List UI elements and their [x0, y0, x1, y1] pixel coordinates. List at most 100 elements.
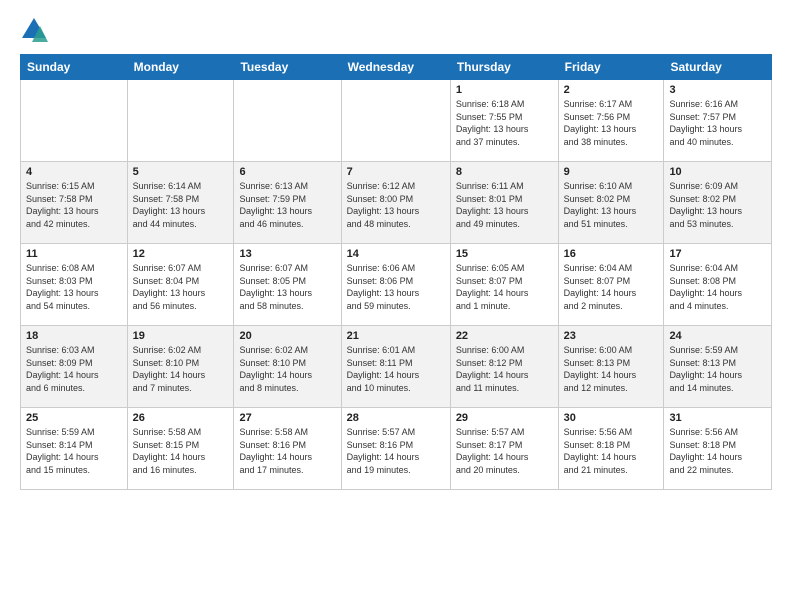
weekday-header-row: SundayMondayTuesdayWednesdayThursdayFrid…	[21, 55, 772, 80]
calendar-cell: 4 Sunrise: 6:15 AM Sunset: 7:58 PM Daylig…	[21, 162, 128, 244]
day-number: 8	[456, 166, 553, 178]
calendar-cell: 9Sunrise: 6:10 AM Sunset: 8:02 PM Daylig…	[558, 162, 664, 244]
day-number: 30	[564, 412, 659, 424]
page: SundayMondayTuesdayWednesdayThursdayFrid…	[0, 0, 792, 612]
day-info: Sunrise: 6:17 AM Sunset: 7:56 PM Dayligh…	[564, 98, 659, 148]
day-info: Sunrise: 6:01 AM Sunset: 8:11 PM Dayligh…	[347, 344, 445, 394]
day-number: 2	[564, 84, 659, 96]
day-number: 29	[456, 412, 553, 424]
day-info: Sunrise: 6:18 AM Sunset: 7:55 PM Dayligh…	[456, 98, 553, 148]
calendar-cell: 8 Sunrise: 6:11 AM Sunset: 8:01 PM Daylig…	[450, 162, 558, 244]
weekday-header-monday: Monday	[127, 55, 234, 80]
calendar-cell: 27Sunrise: 5:58 AM Sunset: 8:16 PM Dayli…	[234, 408, 341, 490]
calendar-table: SundayMondayTuesdayWednesdayThursdayFrid…	[20, 54, 772, 490]
calendar-row-2: 11Sunrise: 6:08 AM Sunset: 8:03 PM Dayli…	[21, 244, 772, 326]
day-number: 1	[456, 84, 553, 96]
weekday-header-tuesday: Tuesday	[234, 55, 341, 80]
calendar-cell: 15Sunrise: 6:05 AM Sunset: 8:07 PM Dayli…	[450, 244, 558, 326]
calendar-cell: 10Sunrise: 6:09 AM Sunset: 8:02 PM Dayli…	[664, 162, 772, 244]
day-info: Sunrise: 5:58 AM Sunset: 8:16 PM Dayligh…	[239, 426, 335, 476]
calendar-cell: 31 Sunrise: 5:56 AM Sunset: 8:18 PM Dayli…	[664, 408, 772, 490]
day-number: 16	[564, 248, 659, 260]
day-number: 26	[133, 412, 229, 424]
calendar-cell: 12 Sunrise: 6:07 AM Sunset: 8:04 PM Dayli…	[127, 244, 234, 326]
calendar-row-1: 4 Sunrise: 6:15 AM Sunset: 7:58 PM Daylig…	[21, 162, 772, 244]
day-number: 31	[669, 412, 766, 424]
day-info: Sunrise: 6:11 AM Sunset: 8:01 PM Dayligh…	[456, 180, 553, 230]
day-number: 23	[564, 330, 659, 342]
weekday-header-wednesday: Wednesday	[341, 55, 450, 80]
calendar-cell: 19Sunrise: 6:02 AM Sunset: 8:10 PM Dayli…	[127, 326, 234, 408]
day-info: Sunrise: 6:05 AM Sunset: 8:07 PM Dayligh…	[456, 262, 553, 312]
calendar-cell: 6 Sunrise: 6:13 AM Sunset: 7:59 PM Daylig…	[234, 162, 341, 244]
calendar-cell: 1 Sunrise: 6:18 AM Sunset: 7:55 PM Daylig…	[450, 80, 558, 162]
day-info: Sunrise: 6:08 AM Sunset: 8:03 PM Dayligh…	[26, 262, 122, 312]
calendar-cell: 29 Sunrise: 5:57 AM Sunset: 8:17 PM Dayli…	[450, 408, 558, 490]
day-info: Sunrise: 6:16 AM Sunset: 7:57 PM Dayligh…	[669, 98, 766, 148]
calendar-cell: 16 Sunrise: 6:04 AM Sunset: 8:07 PM Dayli…	[558, 244, 664, 326]
weekday-header-friday: Friday	[558, 55, 664, 80]
day-number: 7	[347, 166, 445, 178]
day-info: Sunrise: 6:13 AM Sunset: 7:59 PM Dayligh…	[239, 180, 335, 230]
calendar-cell: 23 Sunrise: 6:00 AM Sunset: 8:13 PM Dayli…	[558, 326, 664, 408]
calendar-row-0: 1 Sunrise: 6:18 AM Sunset: 7:55 PM Daylig…	[21, 80, 772, 162]
calendar-cell	[234, 80, 341, 162]
calendar-cell: 24 Sunrise: 5:59 AM Sunset: 8:13 PM Dayli…	[664, 326, 772, 408]
calendar-cell: 11Sunrise: 6:08 AM Sunset: 8:03 PM Dayli…	[21, 244, 128, 326]
calendar-cell: 7Sunrise: 6:12 AM Sunset: 8:00 PM Daylig…	[341, 162, 450, 244]
day-number: 9	[564, 166, 659, 178]
day-number: 25	[26, 412, 122, 424]
calendar-cell: 13 Sunrise: 6:07 AM Sunset: 8:05 PM Dayli…	[234, 244, 341, 326]
day-number: 17	[669, 248, 766, 260]
day-info: Sunrise: 6:02 AM Sunset: 8:10 PM Dayligh…	[239, 344, 335, 394]
weekday-header-sunday: Sunday	[21, 55, 128, 80]
day-info: Sunrise: 6:02 AM Sunset: 8:10 PM Dayligh…	[133, 344, 229, 394]
day-info: Sunrise: 6:00 AM Sunset: 8:12 PM Dayligh…	[456, 344, 553, 394]
day-info: Sunrise: 5:57 AM Sunset: 8:16 PM Dayligh…	[347, 426, 445, 476]
day-number: 4	[26, 166, 122, 178]
day-number: 12	[133, 248, 229, 260]
calendar-cell: 28Sunrise: 5:57 AM Sunset: 8:16 PM Dayli…	[341, 408, 450, 490]
day-number: 22	[456, 330, 553, 342]
calendar-row-3: 18 Sunrise: 6:03 AM Sunset: 8:09 PM Dayli…	[21, 326, 772, 408]
header	[20, 16, 772, 44]
day-number: 10	[669, 166, 766, 178]
day-number: 24	[669, 330, 766, 342]
day-info: Sunrise: 5:58 AM Sunset: 8:15 PM Dayligh…	[133, 426, 229, 476]
weekday-header-thursday: Thursday	[450, 55, 558, 80]
day-info: Sunrise: 5:59 AM Sunset: 8:14 PM Dayligh…	[26, 426, 122, 476]
day-info: Sunrise: 6:07 AM Sunset: 8:05 PM Dayligh…	[239, 262, 335, 312]
calendar-cell: 2 Sunrise: 6:17 AM Sunset: 7:56 PM Daylig…	[558, 80, 664, 162]
day-info: Sunrise: 6:14 AM Sunset: 7:58 PM Dayligh…	[133, 180, 229, 230]
calendar-row-4: 25 Sunrise: 5:59 AM Sunset: 8:14 PM Dayli…	[21, 408, 772, 490]
calendar-cell: 26 Sunrise: 5:58 AM Sunset: 8:15 PM Dayli…	[127, 408, 234, 490]
calendar-cell	[127, 80, 234, 162]
day-number: 5	[133, 166, 229, 178]
day-info: Sunrise: 5:57 AM Sunset: 8:17 PM Dayligh…	[456, 426, 553, 476]
day-info: Sunrise: 6:04 AM Sunset: 8:07 PM Dayligh…	[564, 262, 659, 312]
calendar-cell: 5 Sunrise: 6:14 AM Sunset: 7:58 PM Daylig…	[127, 162, 234, 244]
calendar-cell	[21, 80, 128, 162]
day-info: Sunrise: 6:03 AM Sunset: 8:09 PM Dayligh…	[26, 344, 122, 394]
calendar-cell: 21Sunrise: 6:01 AM Sunset: 8:11 PM Dayli…	[341, 326, 450, 408]
calendar-cell: 30 Sunrise: 5:56 AM Sunset: 8:18 PM Dayli…	[558, 408, 664, 490]
day-info: Sunrise: 6:15 AM Sunset: 7:58 PM Dayligh…	[26, 180, 122, 230]
day-info: Sunrise: 6:07 AM Sunset: 8:04 PM Dayligh…	[133, 262, 229, 312]
day-info: Sunrise: 5:56 AM Sunset: 8:18 PM Dayligh…	[564, 426, 659, 476]
calendar-cell: 18 Sunrise: 6:03 AM Sunset: 8:09 PM Dayli…	[21, 326, 128, 408]
day-info: Sunrise: 5:59 AM Sunset: 8:13 PM Dayligh…	[669, 344, 766, 394]
calendar-cell: 25 Sunrise: 5:59 AM Sunset: 8:14 PM Dayli…	[21, 408, 128, 490]
calendar-cell: 14 Sunrise: 6:06 AM Sunset: 8:06 PM Dayli…	[341, 244, 450, 326]
day-number: 6	[239, 166, 335, 178]
day-info: Sunrise: 6:04 AM Sunset: 8:08 PM Dayligh…	[669, 262, 766, 312]
calendar-cell: 17 Sunrise: 6:04 AM Sunset: 8:08 PM Dayli…	[664, 244, 772, 326]
logo	[20, 16, 52, 44]
logo-icon	[20, 16, 48, 44]
day-info: Sunrise: 5:56 AM Sunset: 8:18 PM Dayligh…	[669, 426, 766, 476]
calendar-cell: 3Sunrise: 6:16 AM Sunset: 7:57 PM Daylig…	[664, 80, 772, 162]
day-info: Sunrise: 6:00 AM Sunset: 8:13 PM Dayligh…	[564, 344, 659, 394]
day-number: 18	[26, 330, 122, 342]
day-info: Sunrise: 6:06 AM Sunset: 8:06 PM Dayligh…	[347, 262, 445, 312]
day-number: 13	[239, 248, 335, 260]
day-number: 14	[347, 248, 445, 260]
